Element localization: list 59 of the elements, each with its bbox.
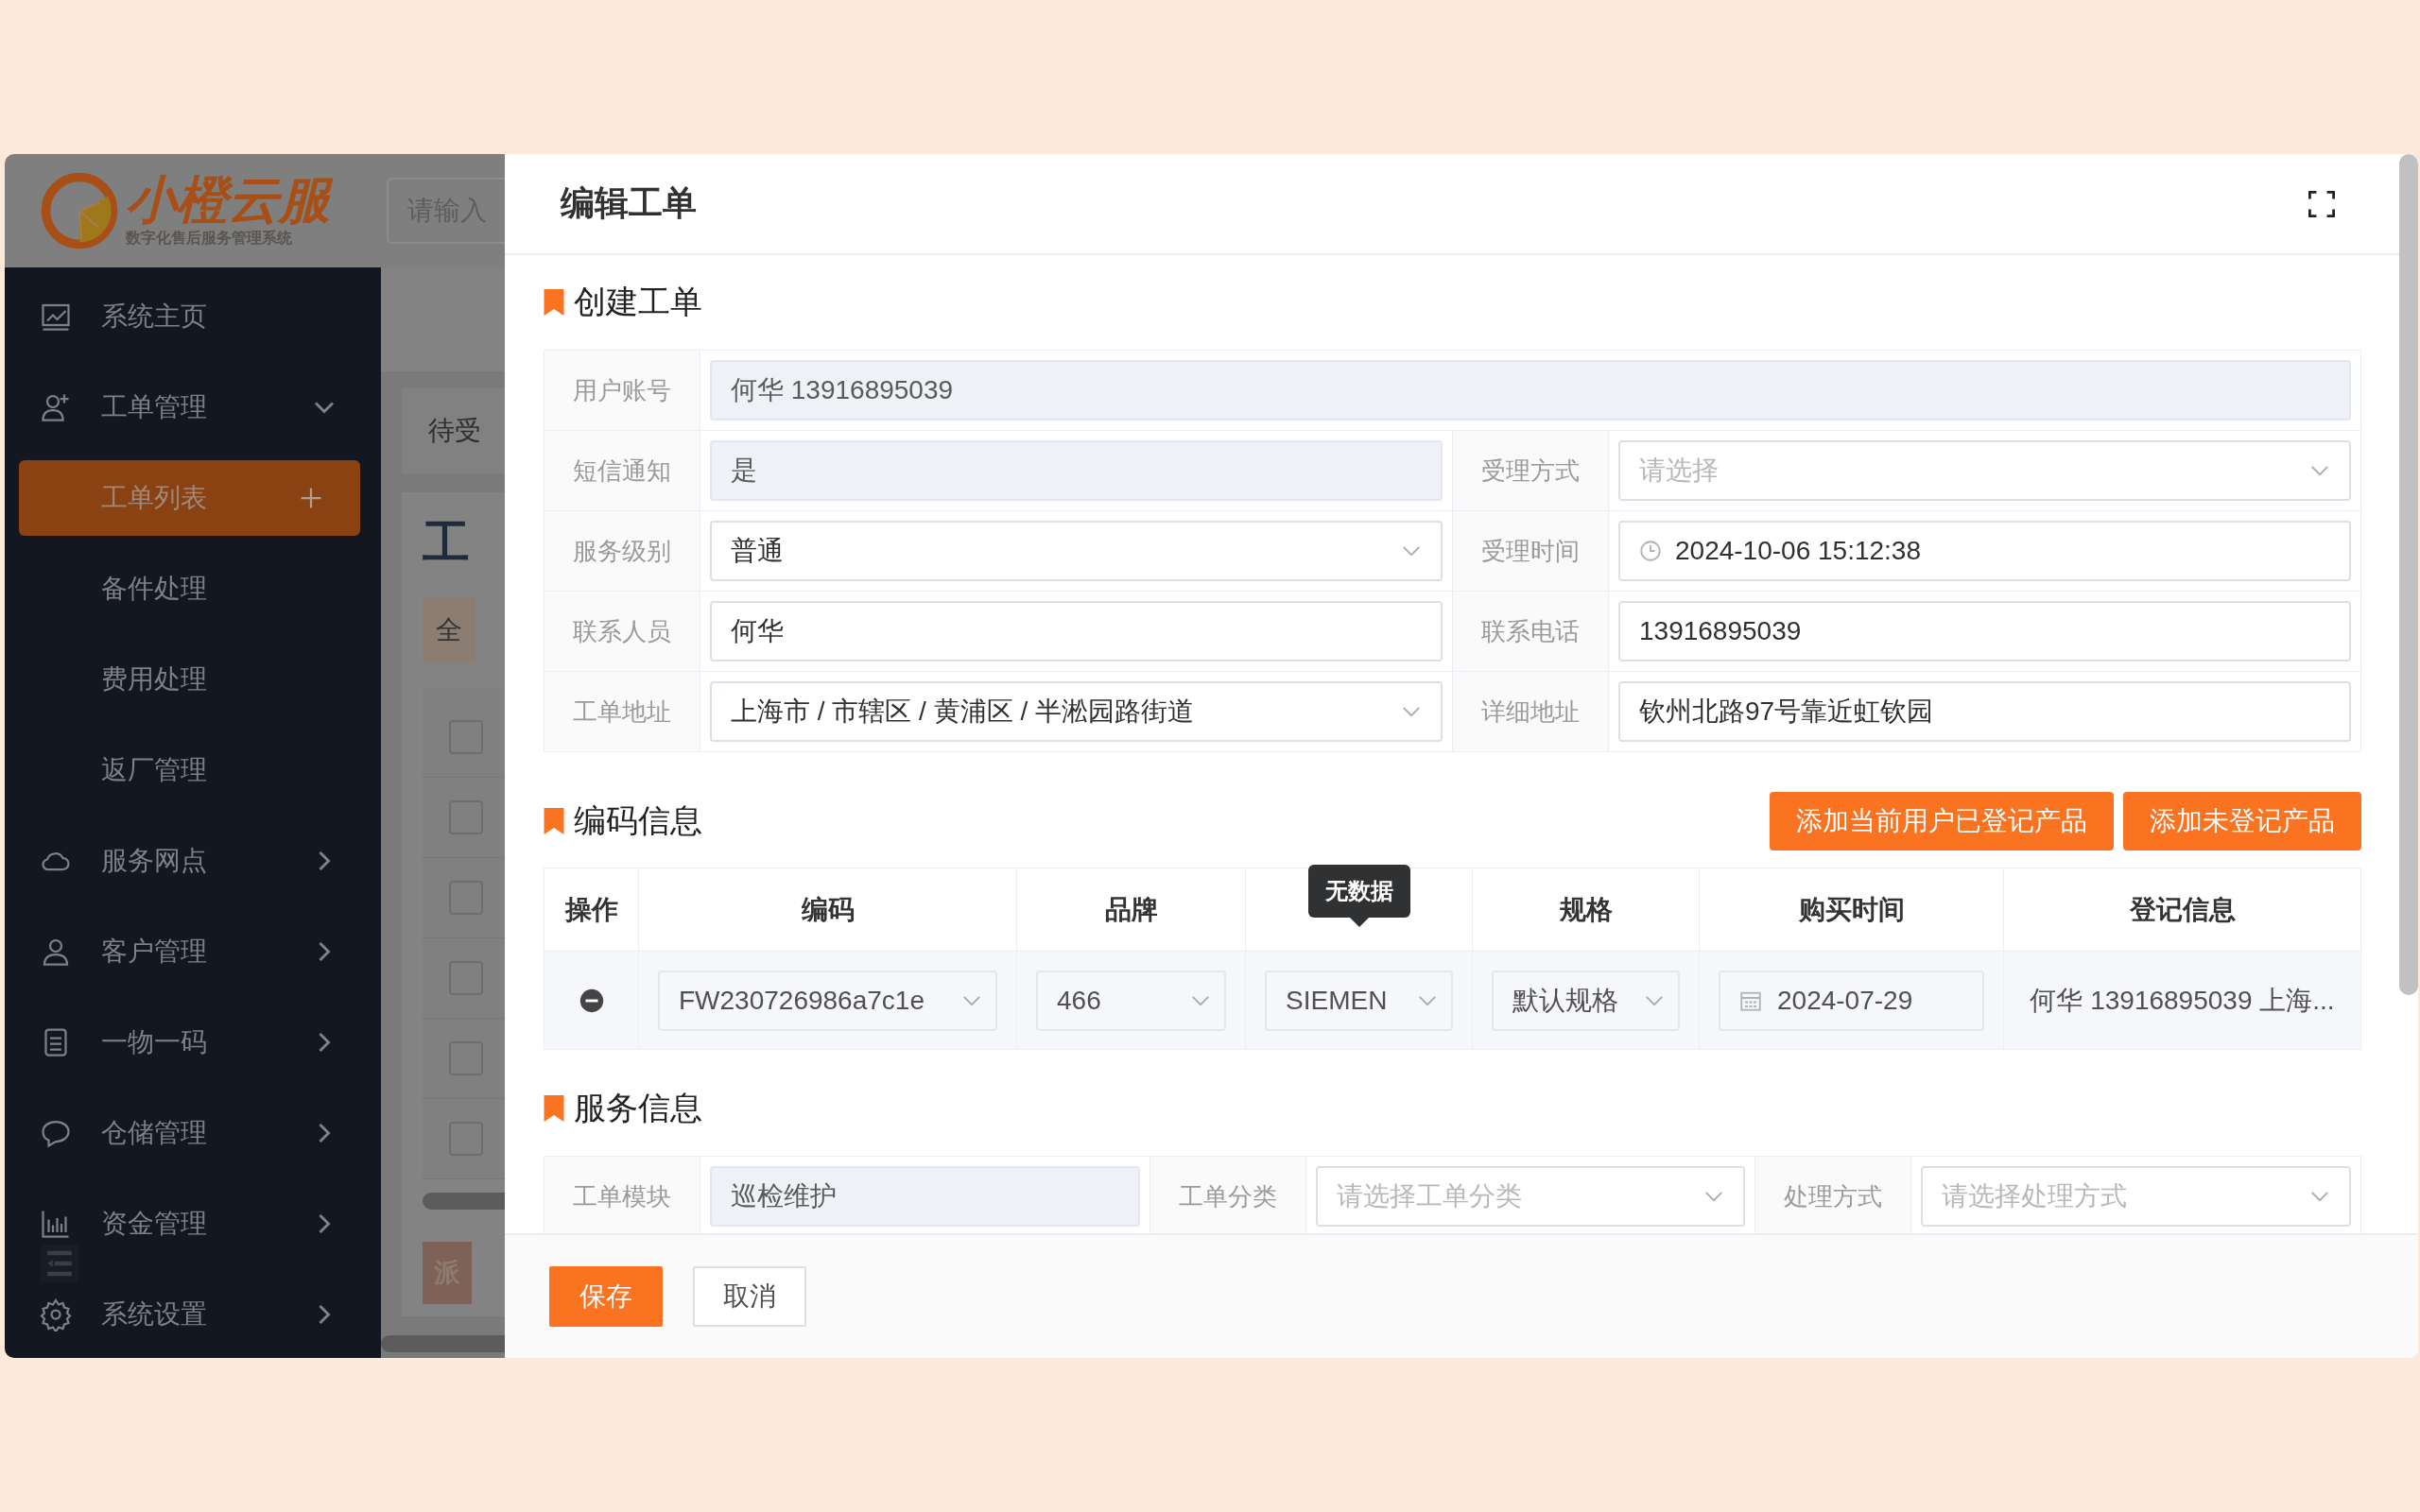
table-cell-text: 何华 13916895039 上海... [2030, 984, 2335, 1017]
field-label: 详细地址 [1453, 672, 1609, 751]
sidebar-item[interactable]: 系统设置 [5, 1269, 381, 1358]
field-label: 工单分类 [1150, 1157, 1306, 1233]
field-label: 受理时间 [1453, 511, 1609, 591]
save-button[interactable]: 保存 [549, 1266, 663, 1327]
fullscreen-icon[interactable] [2308, 190, 2335, 217]
field-label: 联系电话 [1453, 592, 1609, 671]
clock-icon [1639, 540, 1662, 562]
section-title: 创建工单 [574, 283, 702, 321]
section-title: 服务信息 [574, 1089, 702, 1127]
sidebar-item[interactable]: 返厂管理 [5, 725, 381, 816]
input-field[interactable]: 钦州北路97号靠近虹钦园 [1618, 681, 2351, 742]
bookmark-icon [544, 289, 564, 316]
gear-icon [39, 1297, 73, 1332]
field-label: 受理方式 [1453, 431, 1609, 510]
select-field[interactable]: FW230726986a7c1e [658, 970, 997, 1031]
filter-chip[interactable]: 全 [423, 597, 475, 663]
sidebar-item[interactable]: 一物一码 [5, 997, 381, 1088]
dialog-title: 编辑工单 [561, 182, 697, 224]
field-label: 短信通知 [544, 431, 700, 510]
section-title: 编码信息 [574, 801, 702, 840]
input-field[interactable]: 13916895039 [1618, 601, 2351, 662]
sidebar-item[interactable]: 备件处理 [5, 543, 381, 634]
add-product-button[interactable]: 添加未登记产品 [2123, 792, 2361, 850]
sidebar-item[interactable]: 服务网点 [5, 816, 381, 906]
logo-icon [39, 170, 120, 251]
input-field[interactable]: 何华 [710, 601, 1443, 662]
bookmark-icon [544, 1095, 564, 1122]
sidebar-item[interactable]: 仓储管理 [5, 1088, 381, 1178]
scrollbar[interactable] [2399, 154, 2418, 995]
add-product-button[interactable]: 添加当前用户已登记产品 [1770, 792, 2114, 850]
select-field[interactable]: SIEMEN [1265, 970, 1453, 1031]
select-field[interactable]: 上海市 / 市辖区 / 黄浦区 / 半淞园路街道 [710, 681, 1443, 742]
tooltip: 无数据 [1307, 865, 1410, 918]
sidebar-item[interactable]: 资金管理 [5, 1178, 381, 1269]
sidebar-item[interactable]: 工单管理 [5, 362, 381, 453]
scrollbar[interactable] [381, 1335, 505, 1352]
field-label: 处理方式 [1755, 1157, 1912, 1233]
date-field[interactable]: 2024-07-29 [1719, 970, 1984, 1031]
select-field[interactable]: 默认规格 [1492, 970, 1680, 1031]
field-label: 工单模块 [544, 1157, 700, 1233]
datetime-field[interactable]: 2024-10-06 15:12:38 [1618, 521, 2351, 581]
page-title: 工 [423, 515, 470, 571]
tooltip-pointer [1349, 918, 1369, 927]
field-label: 联系人员 [544, 592, 700, 671]
remove-icon[interactable] [579, 988, 604, 1013]
sidebar-item[interactable]: 客户管理 [5, 906, 381, 997]
field-label: 工单地址 [544, 672, 700, 751]
field-label: 用户账号 [544, 351, 700, 430]
select-field[interactable]: 普通 [710, 521, 1443, 581]
sidebar-item[interactable]: 费用处理 [5, 634, 381, 725]
plus-icon [300, 487, 322, 509]
cancel-button[interactable]: 取消 [693, 1266, 806, 1327]
select-field[interactable]: 466 [1036, 970, 1226, 1031]
sidebar-item[interactable]: 系统主页 [5, 271, 381, 362]
scrollbar[interactable] [423, 1193, 505, 1210]
field-label: 服务级别 [544, 511, 700, 591]
bookmark-icon [544, 808, 564, 834]
